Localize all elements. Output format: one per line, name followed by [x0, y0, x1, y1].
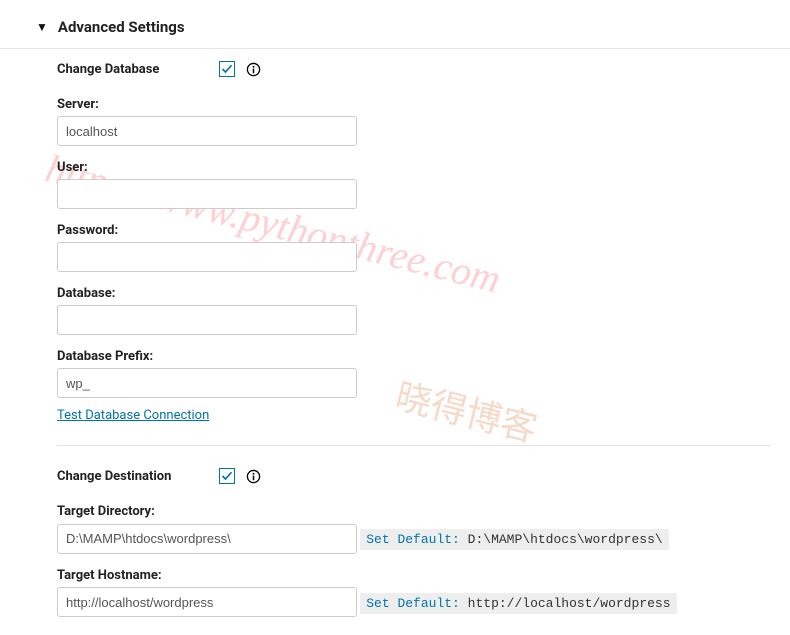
target-host-label: Target Hostname:	[57, 568, 770, 583]
collapse-triangle-icon: ▼	[36, 20, 48, 34]
server-input[interactable]	[57, 116, 357, 146]
change-destination-checkbox[interactable]	[219, 468, 235, 484]
target-dir-default[interactable]: Set Default: D:\MAMP\htdocs\wordpress\	[360, 529, 668, 550]
target-host-field-group: Target Hostname: Set Default: http://loc…	[57, 568, 770, 618]
check-icon	[221, 63, 233, 75]
change-database-row: Change Database	[57, 61, 770, 77]
database-label: Database:	[57, 286, 770, 301]
section-divider	[57, 445, 770, 446]
test-connection-link[interactable]: Test Database Connection	[57, 408, 209, 423]
target-host-default[interactable]: Set Default: http://localhost/wordpress	[360, 593, 676, 614]
password-field-group: Password:	[57, 223, 770, 272]
section-title: Advanced Settings	[58, 18, 185, 36]
password-label: Password:	[57, 223, 770, 238]
user-label: User:	[57, 160, 770, 175]
change-database-checkbox[interactable]	[219, 61, 235, 77]
set-default-label: Set Default:	[366, 532, 460, 547]
set-default-label: Set Default:	[366, 596, 460, 611]
info-icon[interactable]	[245, 468, 261, 484]
prefix-field-group: Database Prefix:	[57, 349, 770, 398]
server-field-group: Server:	[57, 97, 770, 146]
content-body: Change Database Server: User: Password: …	[0, 61, 790, 617]
section-header[interactable]: ▼ Advanced Settings	[0, 0, 790, 49]
target-dir-input[interactable]	[57, 524, 357, 554]
change-database-label: Change Database	[57, 62, 219, 77]
target-host-input[interactable]	[57, 587, 357, 617]
password-input[interactable]	[57, 242, 357, 272]
prefix-label: Database Prefix:	[57, 349, 770, 364]
user-input[interactable]	[57, 179, 357, 209]
database-input[interactable]	[57, 305, 357, 335]
user-field-group: User:	[57, 160, 770, 209]
info-icon[interactable]	[245, 61, 261, 77]
change-destination-label: Change Destination	[57, 469, 219, 484]
change-destination-row: Change Destination	[57, 468, 770, 484]
target-dir-field-group: Target Directory: Set Default: D:\MAMP\h…	[57, 504, 770, 554]
database-field-group: Database:	[57, 286, 770, 335]
prefix-input[interactable]	[57, 368, 357, 398]
set-default-value: http://localhost/wordpress	[460, 596, 671, 611]
target-dir-label: Target Directory:	[57, 504, 770, 519]
server-label: Server:	[57, 97, 770, 112]
check-icon	[221, 470, 233, 482]
set-default-value: D:\MAMP\htdocs\wordpress\	[460, 532, 663, 547]
